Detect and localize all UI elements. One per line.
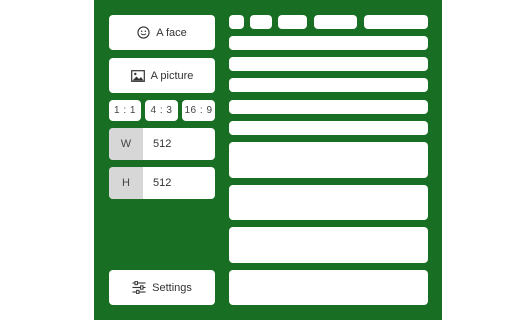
ratio-4-3-button[interactable]: 4 : 3: [145, 100, 178, 121]
placeholder-row-4[interactable]: [229, 100, 428, 114]
placeholder-chip-2[interactable]: [250, 15, 272, 29]
placeholder-chip-1[interactable]: [229, 15, 244, 29]
placeholder-chip-4[interactable]: [314, 15, 357, 29]
face-button-label: A face: [156, 26, 187, 39]
width-input[interactable]: 512: [153, 128, 171, 160]
picture-button[interactable]: A picture: [109, 58, 215, 93]
placeholder-chip-5[interactable]: [364, 15, 428, 29]
placeholder-row-3[interactable]: [229, 78, 428, 92]
placeholder-row-1[interactable]: [229, 36, 428, 50]
placeholder-box-2[interactable]: [229, 185, 428, 220]
width-field[interactable]: W 512: [109, 128, 215, 160]
ratio-1-1-label: 1 : 1: [114, 105, 136, 116]
face-button[interactable]: A face: [109, 15, 215, 50]
image-icon: [130, 69, 145, 82]
ratio-16-9-button[interactable]: 16 : 9: [182, 100, 215, 121]
ratio-16-9-label: 16 : 9: [184, 105, 213, 116]
placeholder-chip-3[interactable]: [278, 15, 307, 29]
placeholder-box-3[interactable]: [229, 227, 428, 263]
ratio-4-3-label: 4 : 3: [150, 105, 173, 116]
height-input[interactable]: 512: [153, 167, 171, 199]
height-field[interactable]: H 512: [109, 167, 215, 199]
width-field-label: W: [109, 128, 143, 160]
sliders-icon: [132, 281, 146, 294]
height-field-label: H: [109, 167, 143, 199]
placeholder-row-2[interactable]: [229, 57, 428, 71]
settings-button[interactable]: Settings: [109, 270, 215, 305]
placeholder-row-5[interactable]: [229, 121, 428, 135]
smiley-face-icon: [137, 26, 150, 39]
picture-button-label: A picture: [150, 69, 194, 82]
placeholder-box-4[interactable]: [229, 270, 428, 305]
ratio-1-1-button[interactable]: 1 : 1: [109, 100, 141, 121]
placeholder-box-1[interactable]: [229, 142, 428, 178]
settings-button-label: Settings: [152, 281, 192, 294]
app-panel: A face A picture 1 : 1 4 : 3 16 : 9 W 51…: [94, 0, 442, 320]
